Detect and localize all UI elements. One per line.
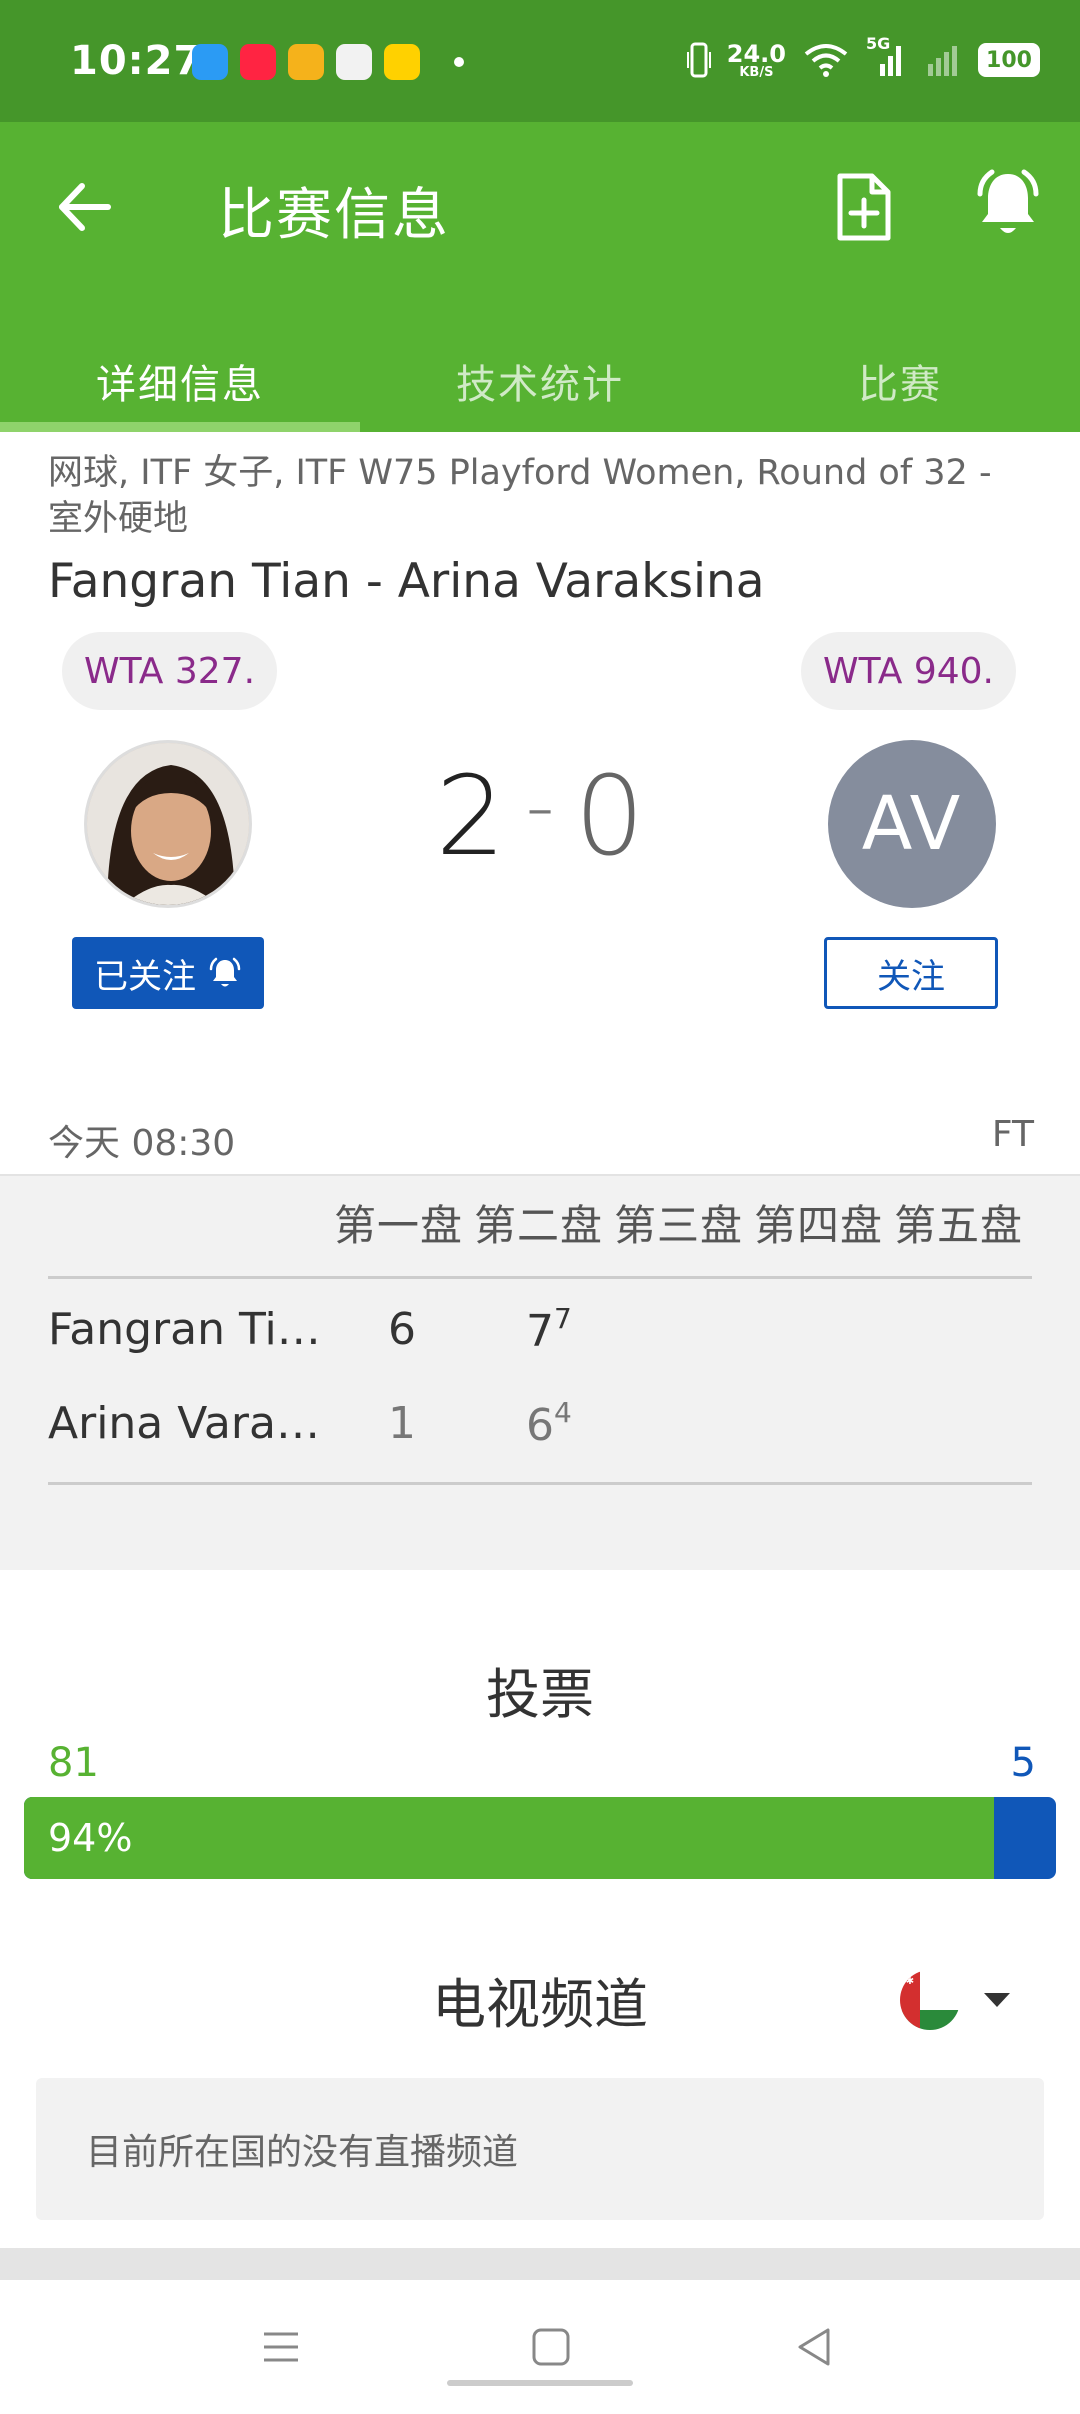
row-player-name: Arina Varaksina (48, 1397, 328, 1449)
score-home: 2 (435, 752, 506, 880)
notification-icons (192, 44, 464, 80)
tv-channels-message: 目前所在国的没有直播频道 (36, 2078, 1044, 2220)
set-header-1: 第一盘 (334, 1201, 464, 1250)
wifi-icon (804, 44, 848, 77)
tab-matches[interactable]: 比赛 (720, 312, 1080, 432)
player1-follow-button[interactable]: 已关注 (72, 937, 264, 1009)
oman-flag-icon[interactable]: ✱ (900, 1970, 960, 2030)
vote-home-count: 81 (48, 1740, 99, 1786)
match-status: FT (991, 1114, 1034, 1155)
vote-title: 投票 (486, 1663, 594, 1726)
bell-icon (209, 957, 241, 987)
player2-rank-badge: WTA 940. (800, 632, 1016, 710)
tab-stats[interactable]: 技术统计 (360, 312, 720, 432)
divider (48, 1276, 1032, 1279)
oppo-icon (336, 44, 372, 80)
set-header-5: 第五盘 (894, 1201, 1024, 1250)
signal-5g: 5G (866, 34, 906, 78)
vibrate-icon (686, 42, 711, 78)
add-document-icon[interactable] (834, 172, 894, 242)
message-app-icon (192, 44, 228, 80)
vote-bar[interactable]: 94% (24, 1797, 1056, 1879)
player1-rank-badge: WTA 327. (62, 632, 278, 710)
tab-details[interactable]: 详细信息 (0, 312, 360, 432)
status-time: 10:27 (70, 38, 203, 84)
table-row: Arina Varaksina 1 64 (48, 1388, 572, 1458)
more-notifications-dot (454, 57, 464, 67)
net-speed-unit: KB/S (739, 64, 774, 80)
battery-icon: 100 (978, 43, 1040, 77)
match-datetime: 今天 08:30 (48, 1123, 236, 1164)
score-separator: - (525, 760, 555, 853)
app-bar: 比赛信息 详细信息 技术统计 比赛 (0, 122, 1080, 432)
player2-follow-button[interactable]: 关注 (824, 937, 998, 1009)
xiaohongshu-icon (240, 44, 276, 80)
notification-bell-icon[interactable] (972, 166, 1044, 242)
back-icon[interactable] (790, 2322, 840, 2372)
system-nav-bar (0, 2280, 1080, 2414)
match-meta: 网球, ITF 女子, ITF W75 Playford Women, Roun… (48, 453, 992, 539)
match-title: Fangran Tian - Arina Varaksina (48, 554, 765, 609)
meituan-icon (384, 44, 420, 80)
status-bar: 10:27 24.0 KB/S 5G 100 (0, 0, 1080, 122)
vote-away-count: 5 (1010, 1740, 1036, 1786)
set-header-4: 第四盘 (754, 1201, 884, 1250)
home-icon[interactable] (526, 2322, 576, 2372)
set-scores-table: 第一盘 第二盘 第三盘 第四盘 第五盘 Fangran Tian 6 77 Ar… (0, 1174, 1080, 1570)
row-set2-tiebreak: 7 (554, 1301, 572, 1335)
dropdown-arrow-icon[interactable] (982, 1990, 1012, 2010)
row-set2-games: 7 (526, 1305, 554, 1357)
page-title: 比赛信息 (218, 183, 450, 248)
row-set2: 77 (526, 1302, 572, 1357)
weibo-icon (288, 44, 324, 80)
status-right: 24.0 KB/S 5G 100 (686, 34, 1040, 80)
row-set2-tiebreak: 4 (554, 1395, 572, 1429)
menu-icon[interactable] (256, 2322, 306, 2372)
vote-home-fill: 94% (24, 1797, 995, 1879)
player1-follow-label: 已关注 (94, 956, 196, 997)
match-score: 2-0 (0, 752, 1080, 880)
match-time-row: 今天 08:30 FT (48, 1114, 1034, 1166)
signal-2-icon (928, 46, 957, 76)
net-speed-value: 24.0 (726, 39, 786, 68)
set-header-3: 第三盘 (614, 1201, 744, 1250)
row-set1: 6 (388, 1303, 416, 1355)
table-row: Fangran Tian 6 77 (48, 1294, 572, 1364)
score-away: 0 (574, 752, 645, 880)
network-type: 5G (866, 34, 891, 53)
back-arrow-icon[interactable] (50, 172, 120, 242)
row-set2: 64 (526, 1396, 572, 1451)
net-speed: 24.0 KB/S (727, 42, 786, 79)
divider (48, 1482, 1032, 1485)
gesture-indicator (447, 2380, 633, 2386)
row-player-name: Fangran Tian (48, 1303, 328, 1355)
row-set1: 1 (388, 1397, 416, 1449)
set-headers: 第一盘 第二盘 第三盘 第四盘 第五盘 (334, 1192, 1034, 1253)
row-set2-games: 6 (526, 1399, 554, 1451)
tab-bar: 详细信息 技术统计 比赛 (0, 312, 1080, 432)
set-header-2: 第二盘 (474, 1201, 604, 1250)
